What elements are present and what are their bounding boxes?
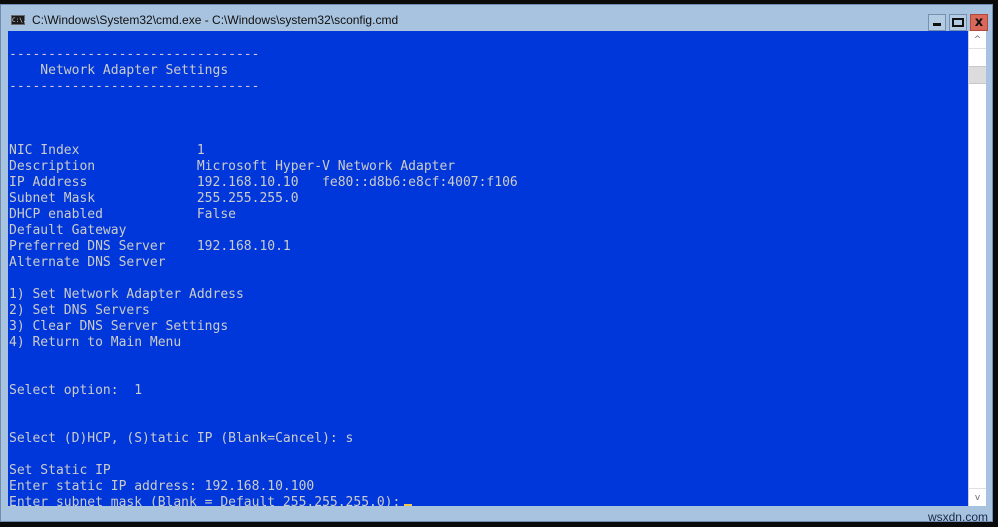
window-controls: x <box>928 14 988 31</box>
console-line: 4) Return to Main Menu <box>9 335 182 350</box>
console-line: Description Microsoft Hyper-V Network Ad… <box>9 159 456 174</box>
minimize-button[interactable] <box>928 14 946 31</box>
vertical-scrollbar[interactable]: ^ v <box>968 31 986 506</box>
console-line: NIC Index 1 <box>9 143 205 158</box>
console-line: Subnet Mask 255.255.255.0 <box>9 191 299 206</box>
watermark: wsxdn.com <box>927 510 988 524</box>
console-line: Alternate DNS Server <box>9 255 166 270</box>
window-title: C:\Windows\System32\cmd.exe - C:\Windows… <box>32 13 399 27</box>
close-icon: x <box>974 15 984 30</box>
console-line: Set Static IP <box>9 463 111 478</box>
maximize-button[interactable] <box>949 14 967 31</box>
scroll-up-button[interactable]: ^ <box>969 31 986 49</box>
cmd-icon[interactable]: C:\. <box>11 15 26 25</box>
scrollbar-thumb[interactable] <box>969 66 986 84</box>
console-line: Select (D)HCP, (S)tatic IP (Blank=Cancel… <box>9 431 354 446</box>
console-text: -------------------------------- Network… <box>8 31 968 506</box>
console-line: Network Adapter Settings <box>9 63 229 78</box>
console-line: -------------------------------- <box>9 47 260 62</box>
text-cursor <box>404 504 413 506</box>
console-line: 2) Set DNS Servers <box>9 303 150 318</box>
close-button[interactable]: x <box>970 14 988 31</box>
console-output[interactable]: -------------------------------- Network… <box>8 31 968 506</box>
chevron-up-icon: ^ <box>973 34 982 45</box>
console-line: 1) Set Network Adapter Address <box>9 287 244 302</box>
chevron-down-icon: v <box>974 492 981 503</box>
console-line: IP Address 192.168.10.10 fe80::d8b6:e8cf… <box>9 175 518 190</box>
console-line: Select option: 1 <box>9 383 143 398</box>
scroll-down-button[interactable]: v <box>969 488 986 506</box>
console-line: -------------------------------- <box>9 79 260 94</box>
console-line: Enter subnet mask (Blank = Default 255.2… <box>9 495 968 506</box>
console-line: DHCP enabled False <box>9 207 236 222</box>
maximize-icon <box>952 18 964 27</box>
console-line: Preferred DNS Server 192.168.10.1 <box>9 239 291 254</box>
minimize-icon <box>933 23 941 26</box>
console-line: Enter static IP address: 192.168.10.100 <box>9 479 315 494</box>
console-line: Default Gateway <box>9 223 127 238</box>
console-line: 3) Clear DNS Server Settings <box>9 319 229 334</box>
